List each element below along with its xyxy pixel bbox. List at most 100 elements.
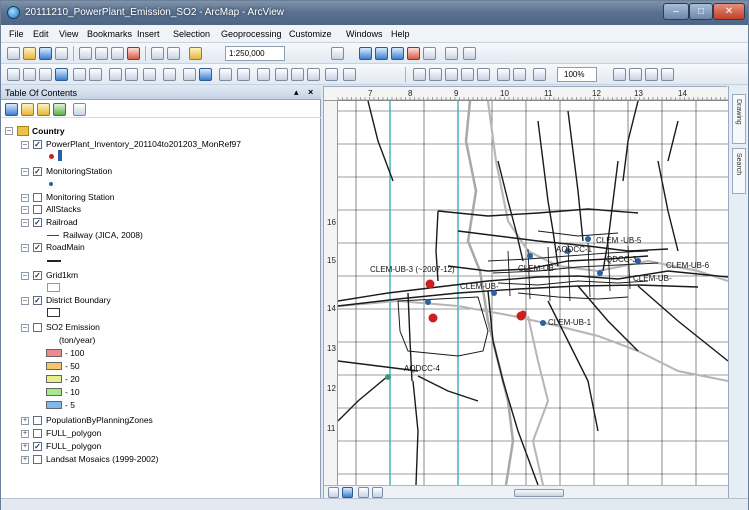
identify-icon[interactable] (199, 68, 212, 81)
minimize-button[interactable]: – (663, 3, 689, 20)
expand-icon[interactable]: + (21, 430, 29, 438)
layer-checkbox[interactable] (33, 323, 42, 332)
list-by-selection-icon[interactable] (53, 103, 66, 116)
layout-pan-icon[interactable] (445, 68, 458, 81)
layer-allstacks[interactable]: AllStacks (46, 203, 81, 215)
add-data-icon[interactable] (189, 47, 202, 60)
layer-railroad[interactable]: Railroad (46, 216, 78, 228)
expand-icon[interactable]: + (21, 417, 29, 425)
html-popup-icon[interactable] (237, 68, 250, 81)
zoom-out-icon[interactable] (23, 68, 36, 81)
layer-checkbox[interactable] (33, 455, 42, 464)
layer-district-boundary[interactable]: District Boundary (46, 294, 111, 306)
hyperlink-icon[interactable] (219, 68, 232, 81)
layer-checkbox[interactable]: ✓ (33, 296, 42, 305)
menu-bookmarks[interactable]: Bookmarks (87, 29, 132, 39)
list-by-drawing-order-icon[interactable] (5, 103, 18, 116)
layout-zoom-in-icon[interactable] (413, 68, 426, 81)
pan-icon[interactable] (39, 68, 52, 81)
map-canvas[interactable]: CLEM -UB-5 AQDCC-1 QDCC-3 CLEM-UB-3 (~20… (338, 101, 728, 485)
data-driven-pages-icon[interactable] (661, 68, 674, 81)
layer-monitoring-station-2[interactable]: Monitoring Station (46, 191, 115, 203)
layer-checkbox[interactable] (33, 416, 42, 425)
collapse-icon[interactable]: – (5, 127, 13, 135)
layer-so2-emission[interactable]: SO2 Emission (46, 321, 100, 333)
select-elements-icon[interactable] (183, 68, 196, 81)
layer-checkbox[interactable] (33, 193, 42, 202)
change-layout-icon[interactable] (645, 68, 658, 81)
layout-zoom-out-icon[interactable] (429, 68, 442, 81)
measure-icon[interactable] (257, 68, 270, 81)
layer-checkbox[interactable]: ✓ (33, 442, 42, 451)
menu-windows[interactable]: Windows (346, 29, 383, 39)
close-button[interactable]: ✕ (713, 3, 745, 20)
layout-zoom-input[interactable]: 100% (557, 67, 597, 82)
layer-population[interactable]: PopulationByPlanningZones (46, 414, 153, 426)
paste-icon[interactable] (111, 47, 124, 60)
expand-icon[interactable]: – (21, 194, 29, 202)
zoom-whole-page-icon[interactable] (461, 68, 474, 81)
toc-window-icon[interactable] (359, 47, 372, 60)
layer-full-polygon[interactable]: FULL_polygon (46, 440, 101, 452)
data-view-icon[interactable] (328, 487, 339, 498)
full-extent-icon[interactable] (55, 68, 68, 81)
create-viewer-icon[interactable] (343, 68, 356, 81)
layer-checkbox[interactable] (33, 429, 42, 438)
fixed-zoom-in-icon[interactable] (73, 68, 86, 81)
menu-file[interactable]: File (9, 29, 24, 39)
layer-checkbox[interactable] (33, 205, 42, 214)
layer-powerplant[interactable]: PowerPlant_Inventory_201104to201203_MonR… (46, 138, 241, 150)
cut-icon[interactable] (79, 47, 92, 60)
whats-this-icon[interactable] (463, 47, 476, 60)
time-slider-icon[interactable] (325, 68, 338, 81)
layout-view-icon[interactable] (342, 487, 353, 498)
open-icon[interactable] (23, 47, 36, 60)
refresh-icon[interactable] (358, 487, 369, 498)
layer-checkbox[interactable]: ✓ (33, 271, 42, 280)
fixed-zoom-out-icon[interactable] (89, 68, 102, 81)
maximize-button[interactable]: □ (689, 3, 713, 20)
layer-full-polygon[interactable]: FULL_polygon (46, 427, 101, 439)
expand-icon[interactable]: – (21, 206, 29, 214)
toggle-draft-mode-icon[interactable] (613, 68, 626, 81)
zoom-100-icon[interactable] (477, 68, 490, 81)
save-icon[interactable] (39, 47, 52, 60)
find-route-icon[interactable] (291, 68, 304, 81)
layer-checkbox[interactable]: ✓ (33, 218, 42, 227)
catalog-window-icon[interactable] (375, 47, 388, 60)
menu-customize[interactable]: Customize (289, 29, 332, 39)
dock-tab-drawing[interactable]: Drawing (732, 94, 746, 144)
find-icon[interactable] (275, 68, 288, 81)
print-icon[interactable] (55, 47, 68, 60)
layer-group-country[interactable]: Country (32, 125, 65, 137)
menu-selection[interactable]: Selection (173, 29, 210, 39)
arctoolbox-icon[interactable] (407, 47, 420, 60)
select-features-icon[interactable] (143, 68, 156, 81)
expand-icon[interactable]: + (21, 456, 29, 464)
redo-icon[interactable] (167, 47, 180, 60)
copy-icon[interactable] (95, 47, 108, 60)
editor-toolbar-icon[interactable] (331, 47, 344, 60)
menu-help[interactable]: Help (391, 29, 410, 39)
list-by-source-icon[interactable] (21, 103, 34, 116)
layer-roadmain[interactable]: RoadMain (46, 241, 85, 253)
layer-landsat[interactable]: Landsat Mosaics (1999-2002) (46, 453, 158, 465)
python-window-icon[interactable] (423, 47, 436, 60)
clear-selection-icon[interactable] (163, 68, 176, 81)
layout-fixed-in-icon[interactable] (497, 68, 510, 81)
collapse-icon[interactable]: – (21, 324, 29, 332)
layout-fixed-out-icon[interactable] (513, 68, 526, 81)
zoom-in-icon[interactable] (7, 68, 20, 81)
close-icon[interactable]: × (308, 87, 313, 97)
toc-options-icon[interactable] (73, 103, 86, 116)
collapse-icon[interactable]: – (21, 141, 29, 149)
collapse-icon[interactable]: – (21, 168, 29, 176)
menu-edit[interactable]: Edit (33, 29, 49, 39)
collapse-icon[interactable]: – (21, 297, 29, 305)
focus-data-frame-icon[interactable] (629, 68, 642, 81)
back-extent-icon[interactable] (109, 68, 122, 81)
layout-back-icon[interactable] (533, 68, 546, 81)
collapse-icon[interactable]: – (21, 219, 29, 227)
model-builder-icon[interactable] (445, 47, 458, 60)
layer-checkbox[interactable]: ✓ (33, 243, 42, 252)
